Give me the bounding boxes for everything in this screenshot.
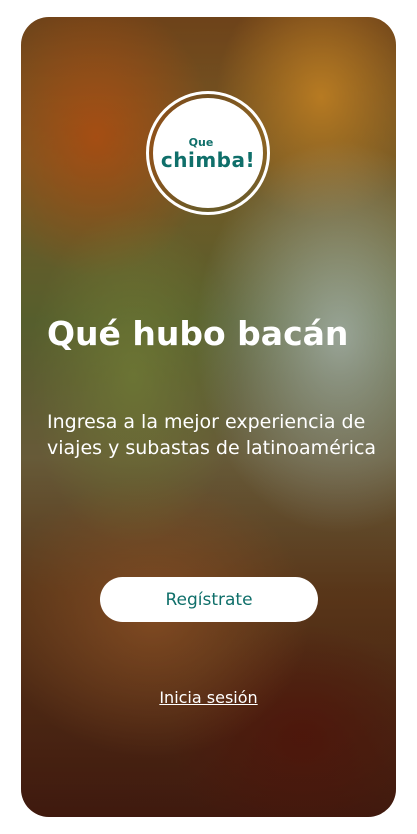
welcome-screen: Que chimba! Qué hubo bacán Ingresa a la … xyxy=(21,17,396,817)
logo-badge: Que chimba! xyxy=(153,98,263,208)
logo-big-text: chimba! xyxy=(160,147,256,172)
welcome-subtitle: Ingresa a la mejor experiencia de viajes… xyxy=(47,411,377,459)
logo-small-text: Que xyxy=(188,135,214,149)
welcome-title: Qué hubo bacán xyxy=(47,314,349,353)
app-logo: Que chimba! xyxy=(146,91,270,215)
register-button[interactable]: Regístrate xyxy=(100,577,318,622)
login-link[interactable]: Inicia sesión xyxy=(21,688,396,707)
